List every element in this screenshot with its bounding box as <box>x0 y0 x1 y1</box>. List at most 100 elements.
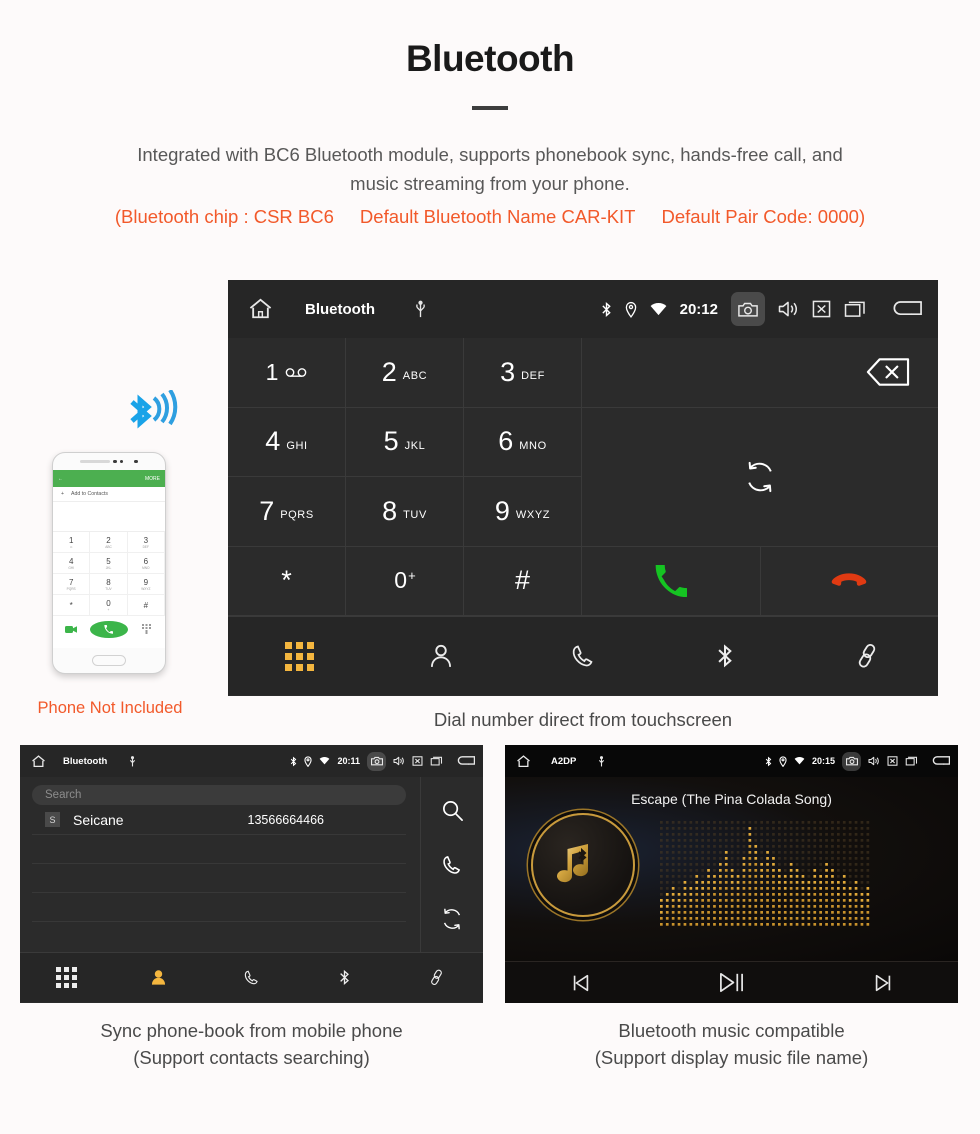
empty-row <box>32 835 406 864</box>
nav-item-bluetooth[interactable] <box>654 643 796 669</box>
home-icon[interactable] <box>248 298 273 320</box>
recent-apps-icon[interactable] <box>430 756 443 766</box>
spec-pair-code: Default Pair Code: 0000) <box>661 206 866 227</box>
song-title: Escape (The Pina Colada Song) <box>631 791 832 807</box>
dialpad-key-8[interactable]: 8 TUV <box>346 477 464 547</box>
backspace-button[interactable] <box>582 338 938 408</box>
dialpad-key-hash[interactable]: # <box>464 546 582 616</box>
back-arrow-icon[interactable] <box>932 755 950 767</box>
dialpad-key-9[interactable]: 9 WXYZ <box>464 477 582 547</box>
nav-item-contacts[interactable] <box>113 969 206 986</box>
phone-earpiece <box>53 453 165 470</box>
recent-apps-icon[interactable] <box>844 300 866 318</box>
phone-handset-icon[interactable] <box>441 854 463 876</box>
music-visualizer <box>660 821 872 929</box>
recent-apps-icon[interactable] <box>905 756 918 766</box>
nav-item-link[interactable] <box>796 643 938 669</box>
dialer-bottom-nav <box>228 616 938 695</box>
key-plus-superscript: + <box>408 568 416 584</box>
camera-icon[interactable] <box>842 751 861 771</box>
intro-line-1: Integrated with BC6 Bluetooth module, su… <box>137 144 843 165</box>
dialpad-key-3[interactable]: 3 DEF <box>464 338 582 408</box>
dialpad-key-star[interactable]: * <box>228 546 346 616</box>
camera-icon[interactable] <box>367 751 386 771</box>
dialpad-key-6[interactable]: 6 MNO <box>464 407 582 477</box>
nav-item-contacts[interactable] <box>370 643 512 669</box>
search-icon[interactable] <box>441 799 464 822</box>
phone-mock-key: 8 TUV <box>90 574 128 595</box>
music-statusbar: A2DP 20:15 <box>505 745 958 777</box>
skip-next-icon[interactable] <box>807 972 958 994</box>
music-caption: Bluetooth music compatible (Support disp… <box>505 1017 958 1071</box>
dialpad-key-7[interactable]: 7 PQRS <box>228 477 346 547</box>
phone-video-call-icon <box>53 625 90 634</box>
volume-icon[interactable] <box>393 756 405 766</box>
contact-avatar: S <box>45 812 60 827</box>
home-icon[interactable] <box>516 754 531 768</box>
key-letters: PQRS <box>280 509 314 522</box>
key-digit: * <box>281 565 292 596</box>
nav-item-keypad[interactable] <box>228 641 370 671</box>
play-pause-icon[interactable] <box>656 969 807 996</box>
empty-row <box>32 893 406 922</box>
dialpad-key-1[interactable]: 1 <box>228 338 346 408</box>
sync-icon[interactable] <box>441 908 463 930</box>
usb-icon <box>129 755 136 767</box>
back-arrow-icon[interactable] <box>457 755 475 767</box>
keypad-icon <box>55 967 77 988</box>
nav-item-keypad[interactable] <box>20 967 113 988</box>
back-arrow-icon[interactable] <box>892 299 922 319</box>
key-digit: 9 <box>494 495 510 526</box>
bluetooth-icon <box>290 756 297 767</box>
phone-add-contact-row: + Add to Contacts <box>53 487 165 502</box>
sync-button[interactable] <box>582 408 938 547</box>
link-icon <box>431 969 443 986</box>
hangup-button[interactable] <box>760 547 938 616</box>
key-letters: MNO <box>519 439 547 452</box>
bluetooth-icon <box>765 756 772 767</box>
phone-mock-key: 0 + <box>90 595 128 616</box>
skip-previous-icon[interactable] <box>505 972 656 994</box>
volume-icon[interactable] <box>868 756 880 766</box>
home-icon[interactable] <box>31 754 46 768</box>
voicemail-icon <box>286 367 307 377</box>
location-icon <box>625 301 637 318</box>
contacts-caption-line-2: (Support contacts searching) <box>133 1047 370 1068</box>
phone-back-arrow: ← <box>58 475 63 482</box>
nav-item-bluetooth[interactable] <box>298 969 391 986</box>
key-digit: 7 <box>259 495 275 526</box>
dialer-clock: 20:12 <box>679 300 718 318</box>
music-title: A2DP <box>551 755 577 767</box>
phone-mock-key: 3 DEF <box>127 532 165 553</box>
close-box-icon[interactable] <box>412 756 423 766</box>
close-box-icon[interactable] <box>812 300 831 318</box>
dialer-statusbar: Bluetooth 20:12 <box>228 280 938 338</box>
call-button[interactable] <box>582 546 761 616</box>
search-input[interactable]: Search <box>32 785 406 805</box>
location-icon <box>304 755 313 767</box>
usb-icon <box>415 300 426 318</box>
nav-item-link[interactable] <box>390 969 483 986</box>
contact-number: 13566664466 <box>247 812 324 827</box>
nav-item-call-log[interactable] <box>512 643 654 669</box>
dialer-screenshot: Bluetooth 20:12 1 2 ABC 3 DEF 4 GHI 5 JK… <box>228 280 938 696</box>
nav-item-call-log[interactable] <box>205 969 298 986</box>
phone-mock-key: 2 ABC <box>90 532 128 553</box>
dialpad-key-5[interactable]: 5 JKL <box>346 407 464 477</box>
camera-icon[interactable] <box>731 292 765 326</box>
page-title: Bluetooth <box>405 38 575 79</box>
key-letters: ABC <box>402 370 428 383</box>
phone-call-button <box>90 620 128 638</box>
volume-icon[interactable] <box>778 300 799 318</box>
close-box-icon[interactable] <box>887 756 898 766</box>
plus-icon: + <box>61 491 65 497</box>
keypad-icon <box>284 641 314 671</box>
dialpad-key-0[interactable]: 0 + <box>346 546 464 616</box>
phone-mockup: ← MORE + Add to Contacts 1 ∞ 2 ABC 3 DEF 4 GHI 5… <box>52 452 166 674</box>
dialpad-key-4[interactable]: 4 GHI <box>228 407 346 477</box>
contact-row[interactable]: S Seicane 13566664466 <box>32 805 406 835</box>
key-letters: TUV <box>403 509 427 522</box>
dialpad-key-2[interactable]: 2 ABC <box>346 338 464 408</box>
bluetooth-icon <box>718 644 732 668</box>
key-digit: 3 <box>500 356 516 387</box>
